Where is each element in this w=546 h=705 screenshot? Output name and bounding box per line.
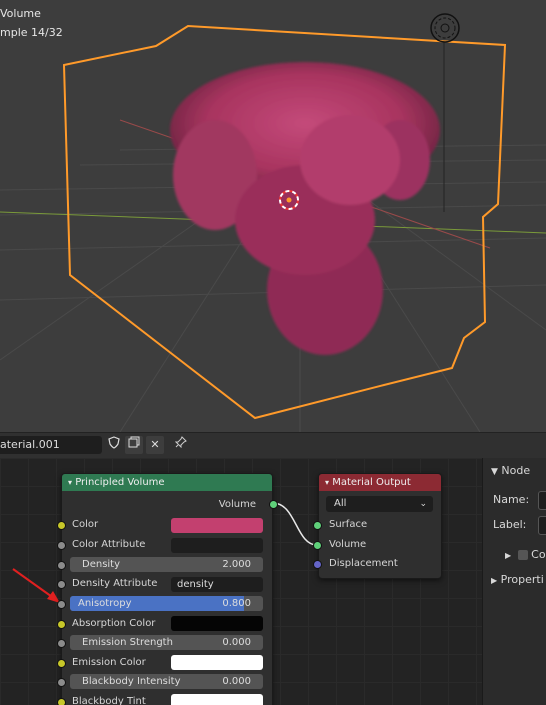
emission-color-socket[interactable] [57, 659, 66, 668]
density-field[interactable]: Density 2.000 [70, 557, 263, 572]
3d-viewport[interactable]: Volume mple 14/32 [0, 0, 546, 432]
blackbody-tint-swatch[interactable] [171, 694, 263, 705]
label-label: Label: [493, 518, 527, 531]
emission-strength-value: 0.000 [222, 637, 251, 648]
node-panel-header[interactable]: ▼ Node [491, 464, 530, 477]
node-sidebar: ▼ Node Name: Label: ▶ Co ▶ Properti [482, 458, 546, 705]
blackbody-intensity-label: Blackbody Intensity [82, 676, 181, 687]
color-checkbox[interactable] [517, 550, 528, 560]
output-target-dropdown[interactable]: All ⌄ [326, 496, 433, 512]
name-label: Name: [493, 493, 530, 506]
emission-strength-field[interactable]: Emission Strength 0.000 [70, 635, 263, 650]
material-name-field[interactable]: aterial.001 [0, 436, 102, 454]
blackbody-tint-label: Blackbody Tint [72, 696, 146, 705]
displacement-socket[interactable] [313, 560, 322, 569]
name-field[interactable] [538, 491, 546, 510]
panel-expand-icon: ▼ [491, 467, 498, 477]
color-attribute-socket[interactable] [57, 541, 66, 550]
color-checkbox-label: Co [531, 548, 546, 561]
node-panel-title: Node [501, 464, 531, 477]
principled-volume-header[interactable]: ▾ Principled Volume [62, 474, 272, 491]
volume-input-socket[interactable] [313, 541, 322, 550]
density-attribute-socket[interactable] [57, 580, 66, 589]
blackbody-tint-socket[interactable] [57, 698, 66, 705]
properties-expand-icon: ▶ [491, 576, 498, 585]
color-swatch[interactable] [171, 518, 263, 533]
color-socket[interactable] [57, 521, 66, 530]
pin-icon[interactable] [172, 436, 190, 454]
copy-icon[interactable] [125, 436, 143, 454]
material-output-title: Material Output [332, 477, 411, 488]
blackbody-intensity-value: 0.000 [222, 676, 251, 687]
viewport-sample-count: mple 14/32 [0, 26, 63, 39]
properties-panel-header[interactable]: ▶ Properti [491, 573, 544, 586]
subpanel-expand-icon: ▶ [505, 551, 512, 560]
principled-volume-title: Principled Volume [75, 477, 165, 488]
shield-icon[interactable] [105, 436, 123, 454]
displacement-label: Displacement [329, 558, 398, 569]
density-label: Density [82, 559, 121, 570]
blackbody-intensity-field[interactable]: Blackbody Intensity 0.000 [70, 674, 263, 689]
anisotropy-label: Anisotropy [78, 598, 132, 609]
close-icon[interactable]: ✕ [146, 436, 164, 454]
label-field[interactable] [538, 516, 546, 535]
color-subpanel[interactable]: ▶ Co [505, 548, 546, 561]
light-gizmo-icon[interactable] [430, 13, 460, 43]
viewport-scene [0, 13, 546, 432]
viewport-render-mode: Volume [0, 7, 41, 20]
density-attribute-field[interactable]: density [171, 577, 263, 592]
output-volume-label: Volume [218, 499, 256, 510]
node-canvas[interactable]: ▾ Principled Volume Volume Color Color A… [0, 458, 482, 705]
chevron-down-icon: ⌄ [419, 499, 427, 509]
properties-panel-title: Properti [500, 573, 544, 586]
density-value: 2.000 [222, 559, 251, 570]
absorption-color-swatch[interactable] [171, 616, 263, 631]
material-output-header[interactable]: ▾ Material Output [319, 474, 441, 491]
absorption-color-label: Absorption Color [72, 618, 156, 629]
volume-object[interactable] [170, 62, 440, 355]
surface-socket[interactable] [313, 521, 322, 530]
output-volume-socket[interactable] [269, 500, 278, 509]
volume-input-label: Volume [329, 539, 367, 550]
anisotropy-socket[interactable] [57, 600, 66, 609]
surface-label: Surface [329, 519, 368, 530]
emission-strength-socket[interactable] [57, 639, 66, 648]
emission-color-label: Emission Color [72, 657, 146, 668]
density-attribute-label: Density Attribute [72, 578, 158, 589]
absorption-color-socket[interactable] [57, 620, 66, 629]
emission-strength-label: Emission Strength [82, 637, 173, 648]
color-label: Color [72, 519, 99, 530]
blackbody-intensity-socket[interactable] [57, 678, 66, 687]
density-socket[interactable] [57, 561, 66, 570]
color-attribute-label: Color Attribute [72, 539, 146, 550]
color-attribute-field[interactable] [171, 538, 263, 553]
annotation-arrow [12, 568, 56, 600]
emission-color-swatch[interactable] [171, 655, 263, 670]
output-target-value: All [334, 498, 347, 509]
anisotropy-slider[interactable]: Anisotropy 0.800 [70, 596, 263, 611]
anisotropy-value: 0.800 [222, 598, 251, 609]
